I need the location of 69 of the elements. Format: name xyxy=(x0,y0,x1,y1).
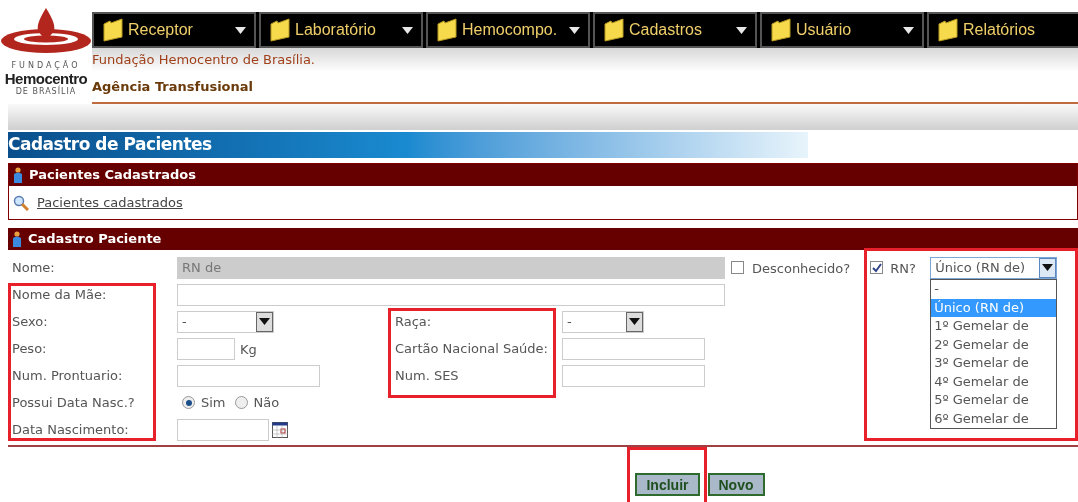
field-label: Data Nascimento: xyxy=(12,420,130,439)
menu-item[interactable]: Cadastros xyxy=(593,12,757,48)
text-field[interactable] xyxy=(177,418,269,441)
field-label: Nome: xyxy=(12,258,56,277)
calendar-icon[interactable] xyxy=(272,421,288,438)
dropdown-option[interactable]: 5º Gemelar de xyxy=(931,391,1057,410)
page-title: Cadastro de Pacientes xyxy=(8,133,212,157)
menu-item[interactable]: Hemocompo. xyxy=(426,12,590,48)
patients-link[interactable]: Pacientes cadastrados xyxy=(37,192,183,213)
radio-button[interactable] xyxy=(234,396,248,409)
form-button[interactable]: Novo xyxy=(707,473,765,496)
caret-icon xyxy=(235,26,246,34)
caret-icon xyxy=(402,26,413,34)
search-icon xyxy=(13,194,29,211)
text-field[interactable] xyxy=(562,337,705,360)
dropdown-option[interactable]: 3º Gemelar de xyxy=(931,354,1057,373)
dropdown[interactable]: - xyxy=(562,310,644,333)
person-icon xyxy=(13,167,23,183)
menu-item[interactable]: Laboratório xyxy=(259,12,423,48)
field-label: Não xyxy=(253,393,280,412)
folder-icon xyxy=(603,18,625,42)
field-label: Desconhecido? xyxy=(752,260,851,276)
text-field[interactable] xyxy=(177,283,725,306)
dropdown-option[interactable]: - xyxy=(931,280,1057,299)
field-label: Sexo: xyxy=(12,312,49,331)
logo-tagline: FUNDAÇÃO xyxy=(11,62,81,70)
dropdown[interactable]: - xyxy=(177,310,274,333)
dropdown-option[interactable]: 1º Gemelar de xyxy=(931,317,1057,336)
field-label: Kg xyxy=(240,341,257,357)
folder-icon xyxy=(436,18,458,42)
caret-icon xyxy=(259,318,270,325)
field-label: Possui Data Nasc.? xyxy=(12,393,136,412)
field-label: Num. SES xyxy=(395,366,460,385)
text-field[interactable] xyxy=(177,337,235,360)
dropdown-option[interactable]: 4º Gemelar de xyxy=(931,372,1057,391)
field-label: Sim xyxy=(201,393,226,412)
text-field[interactable] xyxy=(177,364,320,387)
menu-item[interactable]: Receptor xyxy=(92,12,256,48)
folder-icon xyxy=(770,18,792,42)
caret-icon xyxy=(736,26,747,34)
unit-name: Agência Transfusional xyxy=(92,78,254,97)
caret-icon xyxy=(569,26,580,34)
section-title: Cadastro Paciente xyxy=(28,230,162,249)
caret-icon xyxy=(903,26,914,34)
folder-icon xyxy=(269,18,291,42)
person-icon xyxy=(12,231,22,247)
field-label: Peso: xyxy=(12,339,48,358)
text-field[interactable] xyxy=(562,364,705,387)
form-button[interactable]: Incluir xyxy=(635,473,700,496)
folder-icon xyxy=(937,18,959,42)
folder-icon xyxy=(102,18,124,42)
logo-name: Hemocentro xyxy=(4,70,88,87)
menu-item[interactable]: Usuário xyxy=(760,12,924,48)
field-label: RN? xyxy=(890,260,916,276)
dropdown-option[interactable]: 6º Gemelar de xyxy=(931,409,1057,428)
field-label: Raça: xyxy=(395,312,433,331)
field-label: Nome da Mãe: xyxy=(12,285,108,304)
dropdown[interactable]: Único (RN de) xyxy=(930,256,1058,279)
caret-icon xyxy=(629,318,640,325)
radio-button[interactable] xyxy=(182,396,195,409)
caret-icon xyxy=(1042,264,1054,271)
dropdown-option[interactable]: 2º Gemelar de xyxy=(931,335,1057,354)
checkbox[interactable] xyxy=(870,261,884,274)
section-title: Pacientes Cadastrados xyxy=(29,166,196,185)
checkbox[interactable] xyxy=(731,261,744,274)
organization-name: Fundação Hemocentro de Brasília. xyxy=(92,51,315,70)
field-label: Cartão Nacional Saúde: xyxy=(395,339,549,358)
menu-item[interactable]: Relatórios xyxy=(927,12,1078,48)
field-label: Num. Prontuario: xyxy=(12,366,124,385)
